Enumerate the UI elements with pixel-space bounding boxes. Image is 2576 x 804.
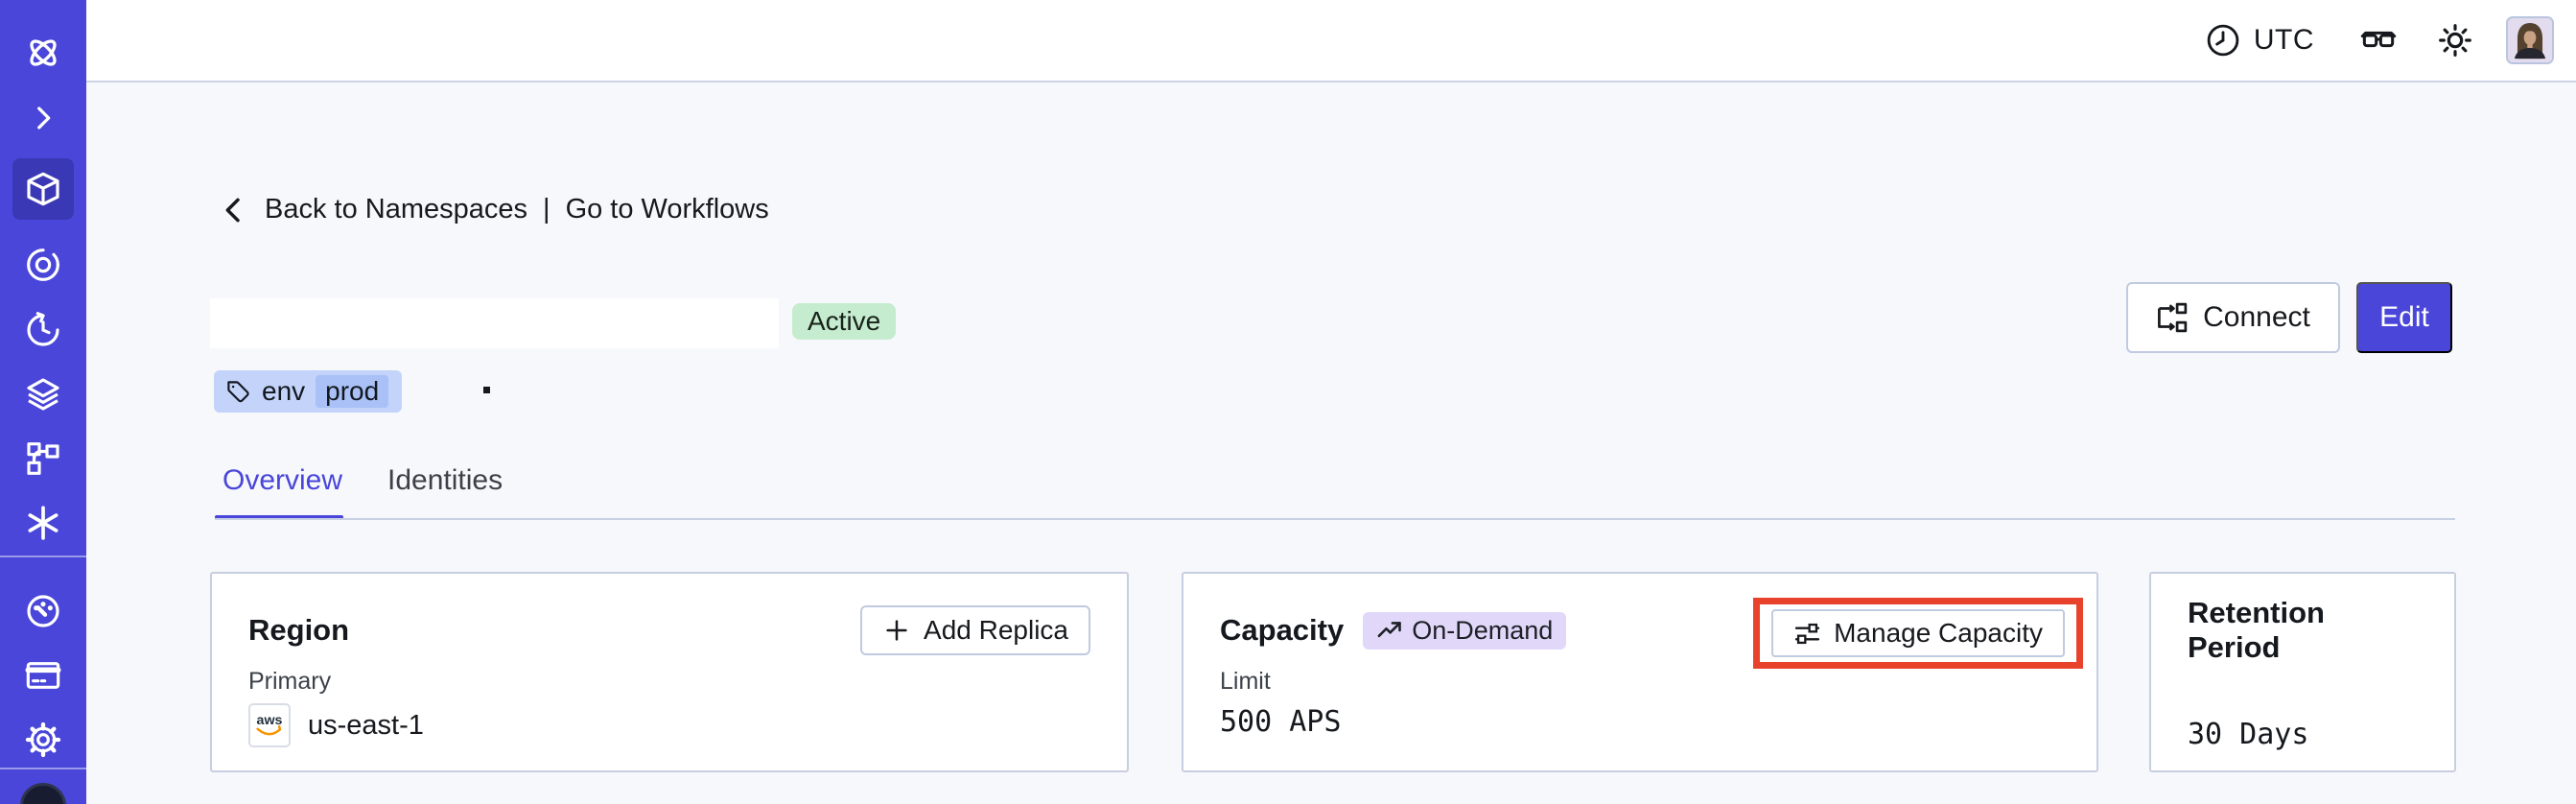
chevron-left-icon[interactable] <box>219 195 249 225</box>
plus-icon <box>886 620 907 641</box>
add-replica-label: Add Replica <box>924 615 1068 645</box>
add-replica-button[interactable]: Add Replica <box>860 605 1090 655</box>
tab-bar: Overview Identities <box>222 464 503 497</box>
tag-icon <box>227 380 249 402</box>
status-badge: Active <box>792 303 897 340</box>
sidebar-divider <box>0 556 86 557</box>
region-value: us-east-1 <box>308 709 424 741</box>
topbar: UTC <box>86 0 2576 83</box>
capacity-field-label: Limit <box>1220 668 1271 695</box>
ondemand-badge-label: On-Demand <box>1412 615 1554 645</box>
connect-button[interactable]: Connect <box>2126 282 2340 353</box>
breadcrumb: Back to Namespaces | Go to Workflows <box>219 194 769 225</box>
tag-key: env <box>262 376 306 406</box>
sidebar-item-nexus asterisk-icon[interactable] <box>12 492 74 554</box>
sidebar-item-settings gear-icon[interactable] <box>12 709 74 770</box>
retention-card: Retention Period 30 Days <box>2149 572 2456 772</box>
tab-overview[interactable]: Overview <box>222 464 342 497</box>
tabs-divider-line <box>215 518 2455 520</box>
sidebar-bottom-avatar-icon[interactable] <box>20 783 66 804</box>
sidebar-item-schedules clock-arrow-icon[interactable] <box>12 299 74 361</box>
retention-card-title: Retention Period <box>2188 596 2325 664</box>
sidebar-item-namespaces cube-icon[interactable] <box>12 158 74 220</box>
header-actions: Connect Edit <box>2126 282 2452 353</box>
go-to-workflows-link[interactable]: Go to Workflows <box>566 194 769 225</box>
labs-toggle[interactable] <box>2358 20 2399 60</box>
theme-toggle[interactable] <box>2435 20 2475 60</box>
clock-icon <box>2207 24 2239 57</box>
ondemand-badge: On-Demand <box>1363 611 1567 650</box>
region-field-label: Primary <box>248 668 332 695</box>
edit-button[interactable]: Edit <box>2356 282 2452 353</box>
connect-button-label: Connect <box>2203 301 2310 333</box>
highlight-annotation-box: Manage Capacity <box>1753 598 2083 669</box>
sidebar-item-deployments layers-icon[interactable] <box>12 364 74 425</box>
main-content: Back to Namespaces | Go to Workflows Act… <box>86 83 2576 804</box>
capacity-card: Capacity On-Demand Manage Capacity Limit… <box>1182 572 2098 772</box>
region-card-title: Region <box>248 613 350 647</box>
temporal-logo-icon[interactable] <box>12 22 74 83</box>
capacity-card-title: Capacity <box>1220 613 1345 647</box>
glasses-icon <box>2360 31 2397 48</box>
capacity-value: 500 APS <box>1220 705 1342 739</box>
sidebar-divider <box>0 768 86 769</box>
connect-flow-icon <box>2158 302 2188 333</box>
namespace-tag[interactable]: env prod <box>214 370 403 413</box>
tab-identities[interactable]: Identities <box>387 464 503 497</box>
sidebar-item-billing card-icon[interactable] <box>12 645 74 706</box>
tag-value-chip: prod <box>316 375 389 408</box>
user-avatar[interactable] <box>2506 16 2554 64</box>
retention-value: 30 Days <box>2188 718 2309 751</box>
manage-capacity-button[interactable]: Manage Capacity <box>1771 609 2065 657</box>
trending-up-icon <box>1377 622 1402 638</box>
sidebar-item-pipelines branch-icon[interactable] <box>12 428 74 489</box>
sun-icon <box>2439 24 2471 57</box>
manage-capacity-label: Manage Capacity <box>1834 618 2043 648</box>
sidebar-item-usage gauge-icon[interactable] <box>12 580 74 642</box>
timezone-selector[interactable]: UTC <box>2205 22 2314 59</box>
aws-provider-icon: aws <box>248 703 291 747</box>
sliders-icon <box>1794 623 1820 644</box>
breadcrumb-separator: | <box>543 194 550 225</box>
namespace-name-dot <box>483 387 490 393</box>
sidebar-item-workflows spiral-icon[interactable] <box>12 234 74 296</box>
timezone-label: UTC <box>2253 24 2314 56</box>
back-to-namespaces-link[interactable]: Back to Namespaces <box>265 194 527 225</box>
edit-button-label: Edit <box>2379 301 2429 333</box>
region-card: Region Add Replica Primary aws us-east-1 <box>210 572 1129 772</box>
sidebar <box>0 0 86 804</box>
expand-chevron-right-icon[interactable] <box>12 87 74 149</box>
namespace-name-redacted <box>210 298 779 348</box>
